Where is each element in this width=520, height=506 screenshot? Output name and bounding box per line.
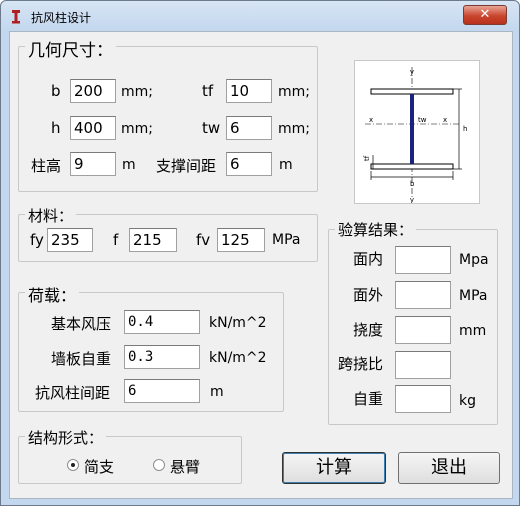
material-group: 材料： fy f fv MPa [18, 205, 318, 262]
out-of-plane-label: 面外 [353, 286, 384, 304]
wall-weight-label: 墙板自重 [51, 350, 112, 368]
load-legend: 荷载： [25, 282, 80, 306]
b-diagram-label: b [410, 180, 415, 188]
brace-spacing-input[interactable] [226, 152, 272, 176]
section-diagram: y y x x tw tf h b [354, 60, 480, 204]
window-title: 抗风柱设计 [31, 11, 92, 25]
x-right-label: x [443, 116, 447, 124]
material-legend: 材料： [25, 205, 77, 226]
out-of-plane-unit: MPa [459, 288, 488, 304]
deflection-output[interactable] [395, 316, 451, 344]
calculate-button[interactable]: 计算 [282, 452, 386, 484]
fv-input[interactable] [217, 228, 265, 252]
tf-unit: mm; [278, 84, 310, 100]
app-window: 抗风柱设计 ✕ 几何尺寸： b mm; tf mm; h mm; tw mm; … [0, 0, 520, 506]
tw-diagram-label: tw [418, 116, 427, 124]
wall-weight-input[interactable] [124, 345, 200, 369]
wind-pressure-label: 基本风压 [51, 315, 112, 333]
tf-input[interactable] [226, 79, 272, 103]
wind-pressure-input[interactable] [124, 310, 200, 334]
column-height-label: 柱高 [31, 157, 62, 175]
wall-weight-unit: kN/m^2 [209, 350, 267, 366]
b-unit: mm; [121, 84, 153, 100]
y-top-label: y [410, 68, 414, 76]
in-plane-unit: Mpa [459, 252, 489, 268]
self-weight-unit: kg [459, 393, 476, 409]
h-label: h [51, 119, 61, 137]
brace-spacing-label: 支撑间距 [156, 157, 217, 175]
self-weight-output[interactable] [395, 385, 451, 413]
title-bar[interactable]: 抗风柱设计 ✕ [1, 1, 519, 31]
material-unit: MPa [272, 232, 301, 248]
fy-label: fy [30, 231, 44, 249]
structure-group: 结构形式： 简支 悬臂 [18, 427, 242, 484]
f-input[interactable] [129, 228, 177, 252]
deflection-label: 挠度 [353, 321, 384, 339]
tw-label: tw [202, 119, 221, 137]
tw-input[interactable] [226, 116, 272, 140]
simply-supported-label[interactable]: 简支 [84, 456, 114, 477]
cantilever-radio[interactable] [153, 459, 165, 471]
tf-label: tf [202, 82, 214, 100]
h-unit: mm; [121, 121, 153, 137]
b-label: b [51, 82, 61, 100]
b-input[interactable] [70, 79, 116, 103]
result-legend: 验算结果： [335, 219, 417, 240]
fy-input[interactable] [47, 228, 93, 252]
load-group: 荷载： 基本风压 kN/m^2 墙板自重 kN/m^2 抗风柱间距 m [18, 282, 284, 412]
out-of-plane-output[interactable] [395, 281, 451, 309]
exit-button[interactable]: 退出 [398, 452, 500, 484]
fv-label: fv [196, 231, 211, 249]
tf-diagram-label: tf [363, 155, 371, 161]
f-label: f [113, 231, 119, 249]
self-weight-label: 自重 [353, 390, 384, 408]
h-input[interactable] [70, 116, 116, 140]
y-bottom-label: y [410, 196, 414, 203]
dialog-client-area: 几何尺寸： b mm; tf mm; h mm; tw mm; 柱高 m 支撑间… [9, 31, 513, 499]
span-deflection-ratio-label: 跨挠比 [338, 355, 384, 373]
column-height-input[interactable] [70, 152, 116, 176]
column-spacing-unit: m [210, 384, 224, 400]
x-left-label: x [369, 116, 373, 124]
result-group: 验算结果： 面内 Mpa 面外 MPa 挠度 mm 跨挠比 自重 kg [328, 219, 498, 425]
column-spacing-label: 抗风柱间距 [35, 384, 111, 402]
in-plane-label: 面内 [353, 250, 384, 268]
wind-pressure-unit: kN/m^2 [209, 315, 267, 331]
geometry-group: 几何尺寸： b mm; tf mm; h mm; tw mm; 柱高 m 支撑间… [18, 36, 318, 192]
tw-unit: mm; [278, 121, 310, 137]
brace-spacing-unit: m [279, 157, 293, 173]
geometry-legend: 几何尺寸： [25, 36, 116, 61]
deflection-unit: mm [459, 323, 487, 339]
i-beam-diagram: y y x x tw tf h b [363, 67, 467, 204]
close-button[interactable]: ✕ [463, 5, 507, 25]
close-icon: ✕ [479, 7, 491, 22]
app-icon [12, 10, 20, 24]
structure-legend: 结构形式： [25, 427, 107, 448]
span-deflection-ratio-output[interactable] [395, 351, 451, 379]
in-plane-output[interactable] [395, 246, 451, 274]
column-height-unit: m [122, 157, 136, 173]
simply-supported-radio[interactable] [67, 459, 79, 471]
h-diagram-label: h [463, 125, 467, 133]
cantilever-label[interactable]: 悬臂 [170, 456, 200, 477]
column-spacing-input[interactable] [124, 379, 200, 403]
